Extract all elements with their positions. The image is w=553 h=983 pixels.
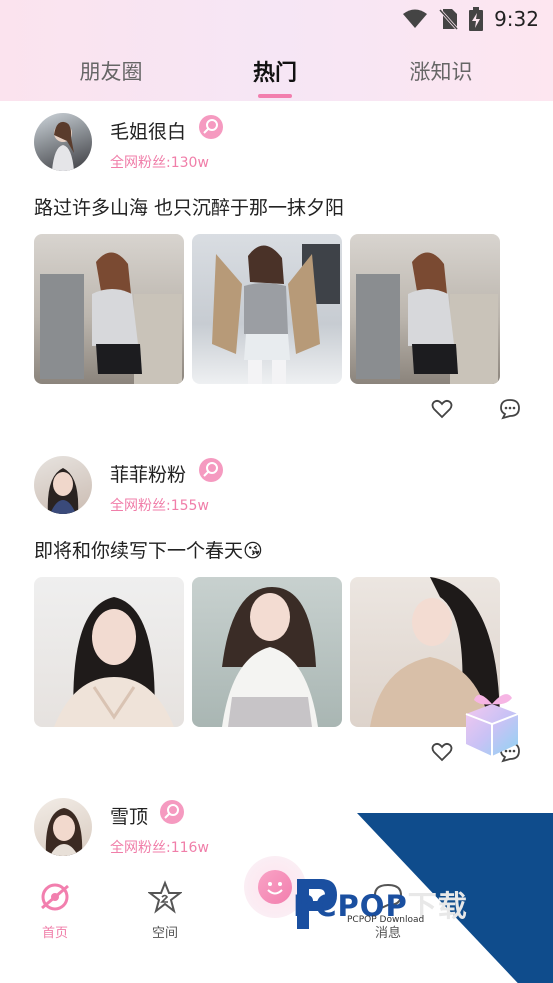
nav-home-label: 首页 <box>41 926 68 941</box>
nav-space-label: 空间 <box>151 926 178 941</box>
avatar[interactable] <box>34 456 92 514</box>
author-name[interactable]: 毛姐很白 <box>110 117 186 144</box>
gift-box-icon[interactable] <box>456 688 528 758</box>
active-tab-indicator <box>258 94 292 98</box>
post-caption: 即将和你续写下一个春天😘 <box>34 540 263 562</box>
female-icon <box>199 458 223 482</box>
avatar[interactable] <box>34 798 92 856</box>
nav-space[interactable]: 空间 <box>135 880 195 941</box>
top-header: 9:32 朋友圈 热门 涨知识 <box>0 0 553 101</box>
author-name[interactable]: 菲菲粉粉 <box>110 460 186 487</box>
fans-count: 全网粉丝:130w <box>110 155 209 171</box>
female-icon <box>160 800 184 824</box>
post-photo[interactable] <box>192 577 342 727</box>
female-icon <box>199 115 223 139</box>
battery-charging-icon <box>469 7 484 31</box>
home-icon <box>41 883 69 911</box>
tab-knowledge[interactable]: 涨知识 <box>381 56 501 86</box>
status-bar: 9:32 <box>402 6 539 32</box>
post-photo[interactable] <box>192 234 342 384</box>
like-heart-icon[interactable] <box>430 397 454 421</box>
nav-home[interactable]: 首页 <box>25 880 85 941</box>
like-heart-icon[interactable] <box>430 740 454 764</box>
tab-friends[interactable]: 朋友圈 <box>51 56 171 86</box>
nav-messages[interactable]: 消息 <box>358 880 418 941</box>
publish-button[interactable] <box>244 856 306 918</box>
star-icon <box>147 880 183 914</box>
post-photo[interactable] <box>34 577 184 727</box>
feed-post: 雪顶 全网粉丝:116w <box>0 786 553 860</box>
fans-count: 全网粉丝:116w <box>110 840 209 856</box>
tab-hot[interactable]: 热门 <box>215 55 335 87</box>
author-name[interactable]: 雪顶 <box>110 802 148 829</box>
feed-tabs: 朋友圈 热门 涨知识 <box>0 48 553 92</box>
message-icon <box>373 883 403 911</box>
nav-messages-label: 消息 <box>374 926 401 941</box>
post-photo[interactable] <box>34 234 184 384</box>
avatar[interactable] <box>34 113 92 171</box>
no-sim-icon <box>438 8 459 30</box>
status-time: 9:32 <box>494 7 539 31</box>
smile-icon <box>258 870 292 904</box>
post-caption: 路过许多山海 也只沉醉于那一抹夕阳 <box>34 197 345 219</box>
fans-count: 全网粉丝:155w <box>110 498 209 514</box>
feed-post: 毛姐很白 全网粉丝:130w 路过许多山海 也只沉醉于那一抹夕阳 <box>0 101 553 431</box>
comment-icon[interactable] <box>498 397 522 421</box>
wifi-icon <box>403 9 428 28</box>
post-photo[interactable] <box>350 234 500 384</box>
